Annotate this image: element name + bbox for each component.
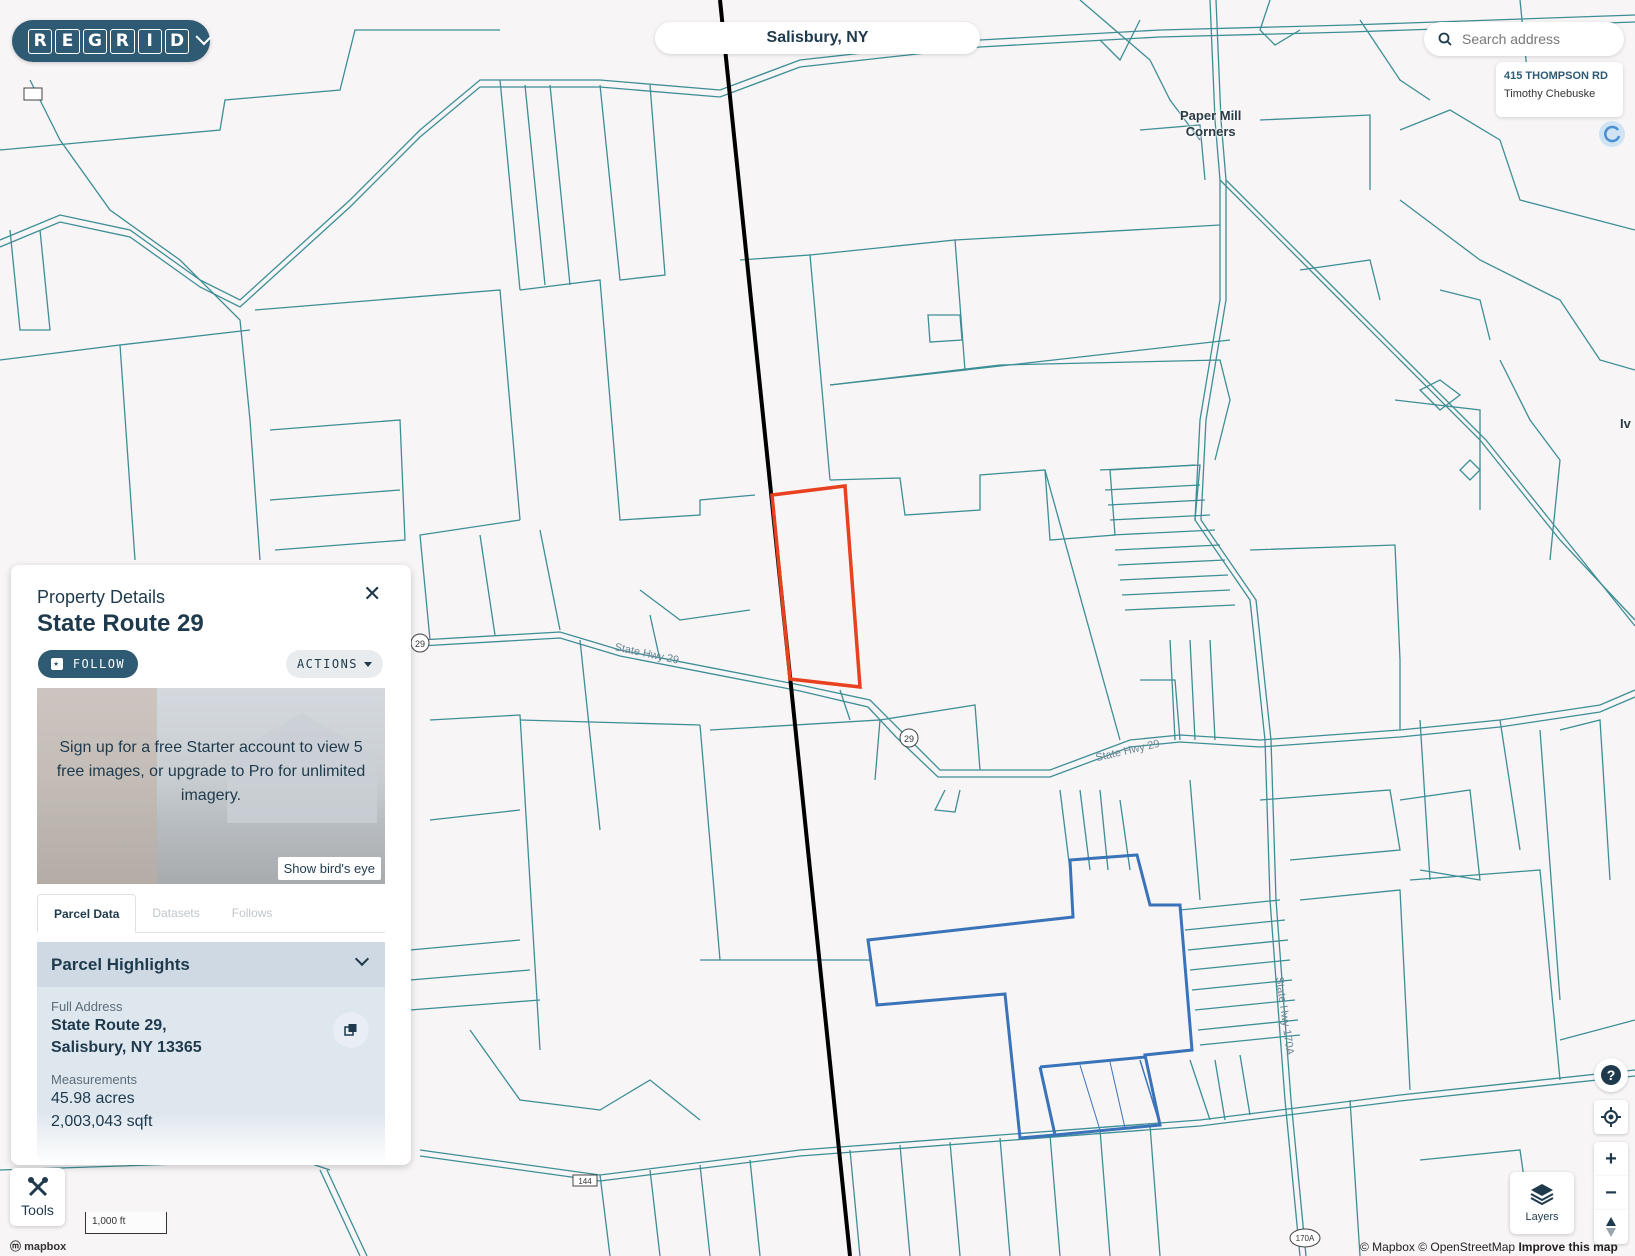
parcel-highlights-body: Full Address State Route 29, Salisbury, … [37,987,385,1165]
refresh-icon[interactable] [1598,120,1626,148]
search-bar[interactable] [1424,22,1624,56]
panel-tabs: Parcel Data Datasets Follows [37,894,385,933]
owner-address: 415 THOMPSON RD [1504,70,1608,82]
full-address-line1: State Route 29, [51,1017,167,1034]
geolocate-button[interactable] [1594,1100,1628,1134]
crosshair-icon [1601,1107,1621,1127]
measurements-label: Measurements [51,1072,137,1087]
minus-icon: − [1605,1181,1617,1204]
chevron-down-icon [354,951,370,967]
help-button[interactable]: ? [1594,1058,1628,1092]
tab-parcel-data[interactable]: Parcel Data [37,894,137,933]
follow-label: FOLLOW [72,657,126,671]
compass-button[interactable] [1594,1210,1628,1244]
logo-letter: G [82,28,108,54]
logo-letter: I [137,28,162,54]
regrid-logo-menu[interactable]: R E G R I D [12,20,213,62]
tab-follows[interactable]: Follows [216,894,289,932]
route-shield-7 [23,87,43,101]
place-label: Paper Mill Corners [1180,108,1241,140]
logo-letter: R [28,28,53,54]
copy-icon [344,1024,357,1036]
panel-title: State Route 29 [37,610,204,637]
svg-text:144: 144 [578,1177,592,1186]
improve-map-link[interactable]: Improve this map [1518,1240,1617,1254]
imagery-upsell-message: Sign up for a free Starter account to vi… [56,739,366,804]
actions-label: ACTIONS [296,657,359,671]
parcel-highlights-title: Parcel Highlights [51,954,190,974]
parcel-highlights-header[interactable]: Parcel Highlights [37,942,385,987]
scale-bar: 1,000 ft [85,1212,167,1234]
tools-button[interactable]: Tools [10,1168,65,1226]
zoom-out-button[interactable]: − [1594,1176,1628,1210]
place-label-line1: Paper Mill [1180,108,1242,123]
star-icon: ★ [50,658,63,670]
street-imagery: Sign up for a free Starter account to vi… [37,688,385,884]
caret-down-icon [364,661,373,667]
copy-address-button[interactable] [333,1012,369,1048]
logo-letter: R [110,28,135,54]
owner-name: Timothy Chebuske [1504,88,1596,100]
search-icon [1438,32,1452,46]
full-address-label: Full Address [51,999,123,1014]
route-shield-29a: 29 [410,633,430,653]
tools-label: Tools [21,1202,54,1218]
location-title: Salisbury, NY [655,22,980,54]
place-label-line2: Corners [1185,124,1236,139]
mapbox-logo-text: mapbox [24,1241,67,1253]
measurement-sqft: 2,003,043 sqft [51,1113,153,1130]
edge-place-label: Iv [1620,416,1631,431]
layers-button[interactable]: Layers [1510,1172,1574,1234]
logo-letter: E [55,28,80,54]
search-input[interactable] [1460,30,1614,48]
route-shield-170a: 170A [1289,1228,1321,1248]
tab-datasets[interactable]: Datasets [136,894,215,932]
show-birds-eye-button[interactable]: Show bird's eye [277,857,381,880]
help-icon: ? [1601,1065,1621,1085]
measurement-acres: 45.98 acres [51,1090,135,1107]
map-attribution: © Mapbox © OpenStreetMap Improve this ma… [1360,1240,1618,1254]
follow-button[interactable]: ★ FOLLOW [38,650,138,678]
route-shield-29b: 29 [899,728,919,748]
layers-label: Layers [1525,1211,1559,1223]
property-details-panel: Property Details State Route 29 ✕ ★ FOLL… [11,565,411,1165]
plus-icon: + [1605,1147,1617,1170]
full-address-line2: Salisbury, NY 13365 [51,1039,202,1056]
layers-icon [1530,1184,1554,1205]
actions-button[interactable]: ACTIONS [286,650,383,678]
panel-subtitle: Property Details [37,587,166,607]
logo-letter: D [164,28,190,54]
svg-text:29: 29 [415,639,425,649]
close-icon[interactable]: ✕ [363,581,381,607]
tools-icon [27,1177,48,1197]
svg-text:29: 29 [904,734,914,744]
zoom-in-button[interactable]: + [1594,1142,1628,1176]
svg-text:170A: 170A [1296,1234,1315,1243]
attribution-text: © Mapbox © OpenStreetMap [1360,1240,1516,1254]
owner-card[interactable]: 415 THOMPSON RD Timothy Chebuske [1496,62,1623,117]
mapbox-logo[interactable]: ⓜ mapbox [10,1238,66,1254]
compass-icon [1606,1217,1616,1237]
route-shield-144: 144 [572,1174,598,1187]
